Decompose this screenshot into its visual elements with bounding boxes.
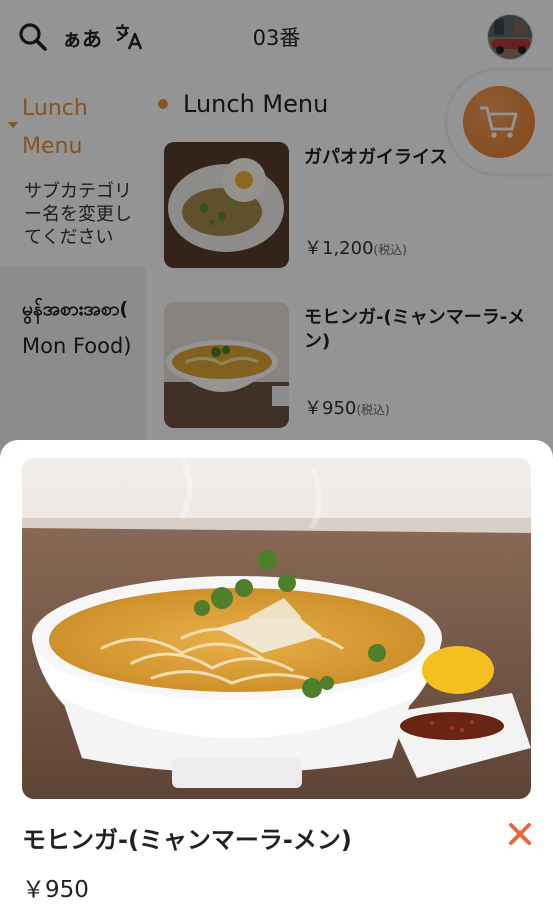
item-detail-sheet: モヒンガ-(ミャンマーラ-メン) ￥950 — [0, 440, 553, 906]
item-detail-name: モヒンガ-(ミャンマーラ-メン) — [22, 826, 352, 854]
close-button[interactable] — [506, 820, 534, 848]
close-icon — [509, 823, 531, 845]
item-detail-price: ￥950 — [22, 877, 89, 903]
item-detail-photo — [22, 458, 531, 799]
